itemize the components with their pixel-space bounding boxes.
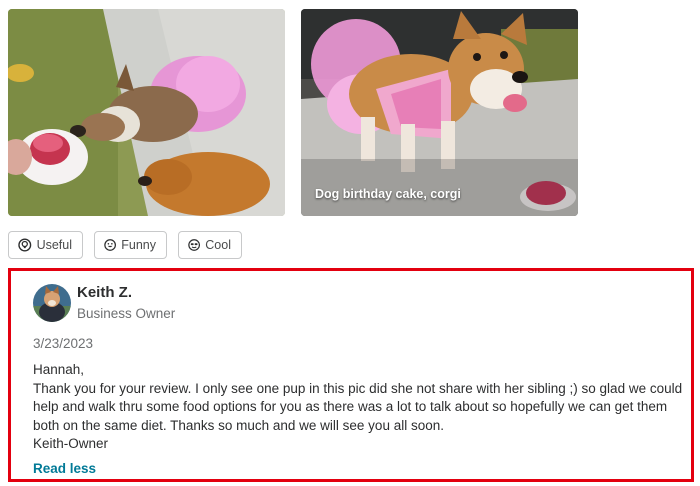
owner-avatar[interactable]	[33, 284, 71, 322]
review-page: Dog birthday cake, corgi Useful Funny Co…	[0, 0, 700, 486]
review-photo-1[interactable]	[8, 9, 285, 216]
sunglasses-icon	[188, 239, 201, 251]
reply-greeting: Hannah,	[33, 362, 85, 377]
reaction-buttons: Useful Funny Cool	[8, 231, 242, 259]
corgi-birthday-image	[301, 9, 578, 216]
useful-button[interactable]: Useful	[8, 231, 83, 259]
photo-caption: Dog birthday cake, corgi	[315, 187, 461, 201]
reply-signature: Keith-Owner	[33, 436, 109, 451]
reply-date: 3/23/2023	[33, 336, 94, 351]
read-less-link[interactable]: Read less	[33, 461, 96, 476]
avatar-image	[33, 284, 71, 322]
funny-button[interactable]: Funny	[94, 231, 167, 259]
useful-label: Useful	[36, 238, 72, 252]
smile-icon	[104, 239, 116, 251]
owner-role: Business Owner	[77, 306, 176, 321]
reply-body: Thank you for your review. I only see on…	[33, 380, 683, 433]
dogs-with-cake-image	[8, 9, 285, 216]
owner-reply-box: Keith Z. Business Owner 3/23/2023 Hannah…	[8, 268, 694, 482]
cool-label: Cool	[205, 238, 231, 252]
reply-text: Hannah, Thank you for your review. I onl…	[33, 361, 693, 454]
lightbulb-icon	[18, 238, 32, 252]
review-photo-2[interactable]: Dog birthday cake, corgi	[301, 9, 578, 216]
cool-button[interactable]: Cool	[178, 231, 242, 259]
owner-name[interactable]: Keith Z.	[77, 284, 132, 301]
funny-label: Funny	[121, 238, 156, 252]
